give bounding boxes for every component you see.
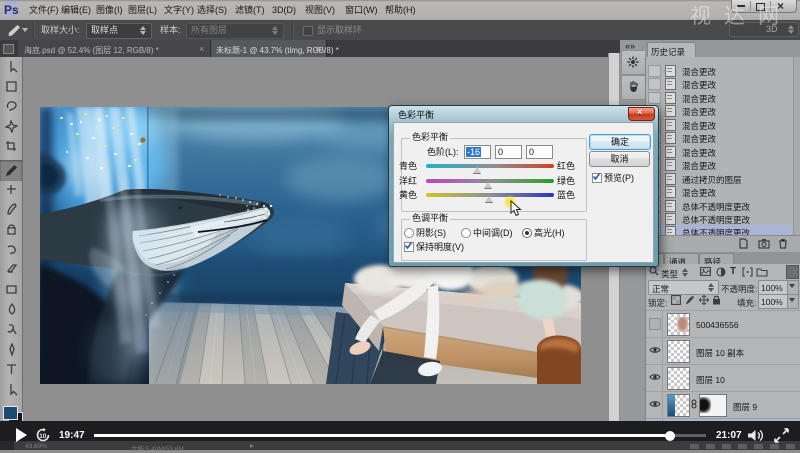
svg-text:10: 10	[39, 433, 47, 440]
